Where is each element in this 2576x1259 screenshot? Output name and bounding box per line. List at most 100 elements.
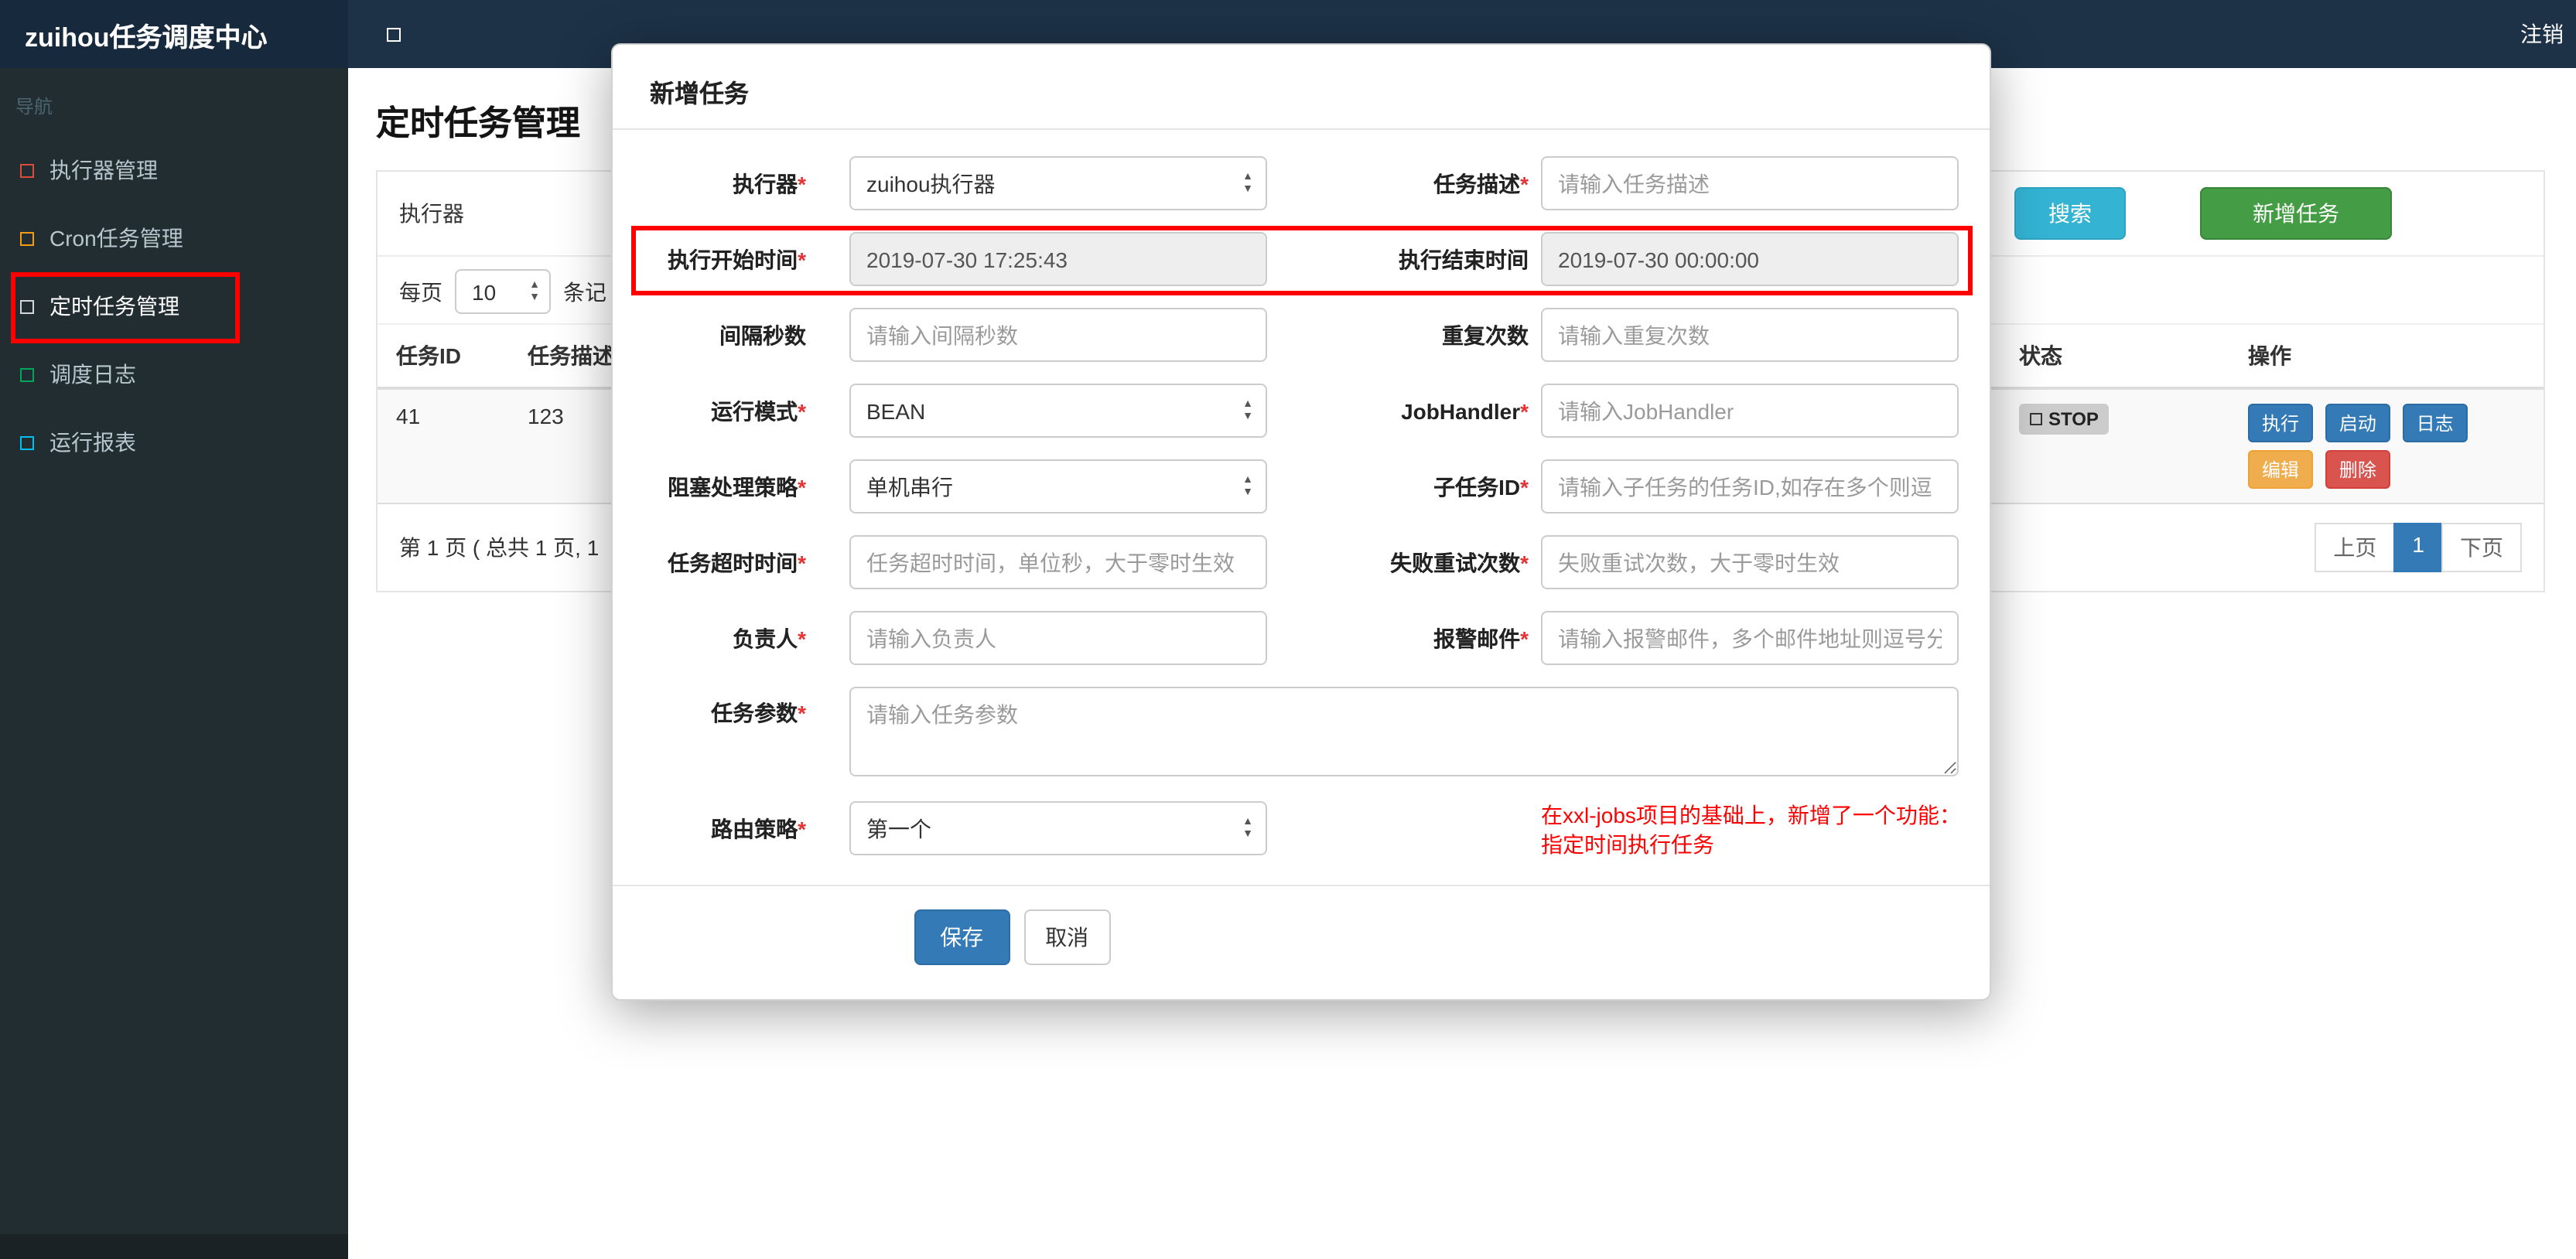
executor-label: 执行器* xyxy=(733,171,806,196)
timeout-input[interactable] xyxy=(849,535,1267,589)
sidebar-section-title: 导航 xyxy=(15,96,53,118)
per-page-select[interactable]: 10 ▲ ▼ xyxy=(455,269,551,314)
job-handler-input[interactable] xyxy=(1541,384,1959,438)
sidebar-item-dispatch-log[interactable]: 调度日志 xyxy=(0,340,348,408)
pagination-info: 第 1 页 ( 总共 1 页, 1 xyxy=(399,535,600,560)
child-job-label: 子任务ID* xyxy=(1433,474,1529,499)
owner-input[interactable] xyxy=(849,611,1267,665)
interval-label: 间隔秒数 xyxy=(719,322,806,347)
square-outline-icon xyxy=(20,435,34,449)
start-time-label: 执行开始时间* xyxy=(668,247,806,271)
start-button[interactable]: 启动 xyxy=(2325,404,2390,442)
cell-status: STOP xyxy=(2000,388,2229,503)
form-row: 任务参数* xyxy=(647,687,1959,776)
fail-retry-input[interactable] xyxy=(1541,535,1959,589)
brand-link[interactable]: zuihou任务调度中心 xyxy=(0,0,348,68)
app-root: zuihou任务调度中心 注销 导航 执行器管理 Cron任务管理 定时任务管理… xyxy=(0,0,2576,1259)
block-strategy-select-value: 单机串行 xyxy=(866,474,953,499)
block-strategy-select[interactable]: 单机串行 ▲ ▼ xyxy=(849,459,1267,513)
sidebar: 导航 执行器管理 Cron任务管理 定时任务管理 调度日志 运行报表 xyxy=(0,68,348,1259)
form-row-times: 执行开始时间* 执行结束时间 xyxy=(647,232,1959,286)
status-text: STOP xyxy=(2048,408,2099,430)
repeat-label: 重复次数 xyxy=(1442,322,1529,347)
child-job-input[interactable] xyxy=(1541,459,1959,513)
per-page-value: 10 xyxy=(472,279,497,304)
brand-title: zuihou任务调度中心 xyxy=(25,22,268,52)
repeat-input[interactable] xyxy=(1541,308,1959,362)
square-outline-icon xyxy=(20,299,34,313)
form-row: 运行模式* BEAN ▲ ▼ JobHandler* xyxy=(647,384,1959,438)
col-header-status: 状态 xyxy=(2000,323,2229,390)
form-row: 路由策略* 第一个 ▲ ▼ 在xxl-jobs项目的基础上，新增了一个功能： 指定… xyxy=(647,798,1961,860)
select-caret-icon: ▲ ▼ xyxy=(1242,399,1253,422)
save-button[interactable]: 保存 xyxy=(914,909,1010,965)
col-header-job-id: 任务ID xyxy=(378,323,509,390)
logout-link[interactable]: 注销 xyxy=(2508,19,2576,49)
run-button[interactable]: 执行 xyxy=(2248,404,2314,442)
sidebar-item-timed-jobs[interactable]: 定时任务管理 xyxy=(0,272,348,340)
route-strategy-label: 路由策略* xyxy=(711,816,806,841)
form-row: 间隔秒数 重复次数 xyxy=(647,308,1959,362)
delete-button[interactable]: 删除 xyxy=(2325,450,2390,489)
job-handler-label: JobHandler* xyxy=(1401,398,1529,423)
job-desc-input[interactable] xyxy=(1541,156,1959,210)
form-row: 阻塞处理策略* 单机串行 ▲ ▼ 子任务ID* xyxy=(647,459,1959,513)
add-job-button[interactable]: 新增任务 xyxy=(2200,187,2392,240)
status-badge: STOP xyxy=(2019,404,2110,435)
cell-job-id: 41 xyxy=(396,404,421,428)
sidebar-item-label: 执行器管理 xyxy=(50,158,158,183)
cell-actions: 执行 启动 日志 编辑 删除 xyxy=(2229,388,2544,503)
modal-footer: 保存 取消 xyxy=(613,884,1990,999)
feature-note: 在xxl-jobs项目的基础上，新增了一个功能： 指定时间执行任务 xyxy=(1541,801,1961,860)
col-header-actions: 操作 xyxy=(2229,323,2544,390)
executor-filter-label: 执行器 xyxy=(399,201,464,226)
feature-note-line1: 在xxl-jobs项目的基础上，新增了一个功能： xyxy=(1541,803,1961,827)
form-row: 负责人* 报警邮件* xyxy=(647,611,1959,665)
alarm-email-label: 报警邮件* xyxy=(1433,626,1529,650)
end-time-input[interactable] xyxy=(1541,232,1959,286)
job-desc-label: 任务描述* xyxy=(1433,171,1529,196)
status-square-icon xyxy=(2030,413,2042,425)
job-params-textarea[interactable] xyxy=(849,687,1959,776)
cancel-button[interactable]: 取消 xyxy=(1023,909,1111,965)
select-caret-icon: ▲ ▼ xyxy=(529,280,540,303)
modal-body: 执行器* zuihou执行器 ▲▼ 任务描述* 执行开始时间* 执行结束时间 间… xyxy=(613,130,1990,860)
modal-title: 新增任务 xyxy=(613,45,1990,130)
feature-note-line2: 指定时间执行任务 xyxy=(1541,831,1714,857)
alarm-email-input[interactable] xyxy=(1541,611,1959,665)
square-outline-icon xyxy=(20,367,34,381)
sidebar-item-run-report[interactable]: 运行报表 xyxy=(0,408,348,476)
run-mode-select[interactable]: BEAN ▲ ▼ xyxy=(849,384,1267,438)
log-button[interactable]: 日志 xyxy=(2402,404,2468,442)
edit-button[interactable]: 编辑 xyxy=(2248,450,2314,489)
sidebar-item-executor-manage[interactable]: 执行器管理 xyxy=(0,136,348,204)
prev-page-button[interactable]: 上页 xyxy=(2315,523,2396,572)
route-strategy-select[interactable]: 第一个 ▲ ▼ xyxy=(849,801,1267,856)
sidebar-toggle-button[interactable] xyxy=(376,17,410,51)
next-page-button[interactable]: 下页 xyxy=(2441,523,2522,572)
interval-input[interactable] xyxy=(849,308,1267,362)
search-button[interactable]: 搜索 xyxy=(2014,187,2126,240)
fail-retry-label: 失败重试次数* xyxy=(1390,550,1529,575)
run-mode-label: 运行模式* xyxy=(711,398,806,423)
per-page-prefix: 每页 xyxy=(399,279,442,304)
sidebar-item-label: 运行报表 xyxy=(50,430,136,455)
sidebar-footer xyxy=(0,1234,348,1259)
start-time-input[interactable] xyxy=(849,232,1267,286)
add-job-modal: 新增任务 执行器* zuihou执行器 ▲▼ 任务描述* 执行开始时间* 执行结… xyxy=(611,43,1991,1001)
pagination: 上页 1 下页 xyxy=(2315,523,2522,572)
square-outline-icon xyxy=(20,231,34,245)
owner-label: 负责人* xyxy=(733,626,806,650)
block-strategy-label: 阻塞处理策略* xyxy=(668,474,806,499)
select-caret-icon: ▲ ▼ xyxy=(1242,817,1253,841)
route-strategy-select-value: 第一个 xyxy=(866,816,931,841)
select-caret-icon: ▲ ▼ xyxy=(1242,172,1253,195)
sidebar-item-label: 定时任务管理 xyxy=(50,294,179,319)
timeout-label: 任务超时时间* xyxy=(668,550,806,575)
sidebar-item-cron-jobs[interactable]: Cron任务管理 xyxy=(0,204,348,272)
select-caret-icon: ▲ ▼ xyxy=(1242,475,1253,498)
executor-select[interactable]: zuihou执行器 ▲ ▼ xyxy=(849,156,1267,210)
page-1-button[interactable]: 1 xyxy=(2393,523,2443,572)
sidebar-toggle-icon xyxy=(386,27,400,41)
executor-select-value: zuihou执行器 xyxy=(866,171,996,196)
